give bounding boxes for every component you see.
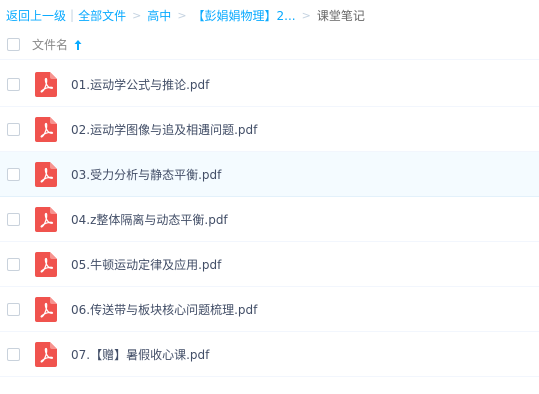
chevron-right-icon: > xyxy=(301,8,311,22)
chevron-right-icon: > xyxy=(132,8,142,22)
file-checkbox[interactable] xyxy=(7,258,20,271)
filename-column-header[interactable]: 文件名 xyxy=(32,36,83,53)
file-checkbox[interactable] xyxy=(7,78,20,91)
breadcrumb-current: 课堂笔记 xyxy=(316,8,365,23)
arrow-up-icon[interactable] xyxy=(73,39,83,51)
filename-column-label: 文件名 xyxy=(32,38,69,52)
chevron-right-icon: > xyxy=(177,8,187,22)
pdf-icon xyxy=(35,252,57,277)
select-all-checkbox[interactable] xyxy=(7,38,20,51)
pdf-icon xyxy=(35,342,57,367)
breadcrumb-all-files[interactable]: 全部文件 xyxy=(78,7,126,24)
file-row[interactable]: 01.运动学公式与推论.pdf xyxy=(0,62,539,107)
file-row[interactable]: 06.传送带与板块核心问题梳理.pdf xyxy=(0,287,539,332)
file-name-link[interactable]: 05.牛顿运动定律及应用.pdf xyxy=(71,256,221,273)
file-row[interactable]: 04.z整体隔离与动态平衡.pdf xyxy=(0,197,539,242)
file-row[interactable]: 03.受力分析与静态平衡.pdf xyxy=(0,152,539,197)
breadcrumb-level-1[interactable]: 高中 xyxy=(147,7,171,24)
pdf-icon xyxy=(35,207,57,232)
file-checkbox[interactable] xyxy=(7,213,20,226)
pdf-icon xyxy=(35,297,57,322)
breadcrumb-level-2[interactable]: 【彭娟娟物理】2... xyxy=(193,7,296,24)
pdf-icon xyxy=(35,162,57,187)
file-checkbox[interactable] xyxy=(7,123,20,136)
file-checkbox[interactable] xyxy=(7,168,20,181)
file-list-header: 文件名 xyxy=(0,30,539,60)
file-row[interactable]: 07.【赠】暑假收心课.pdf xyxy=(0,332,539,377)
file-name-link[interactable]: 06.传送带与板块核心问题梳理.pdf xyxy=(71,301,257,318)
file-checkbox[interactable] xyxy=(7,303,20,316)
file-checkbox[interactable] xyxy=(7,348,20,361)
file-row[interactable]: 02.运动学图像与追及相遇问题.pdf xyxy=(0,107,539,152)
pdf-icon xyxy=(35,117,57,142)
file-name-link[interactable]: 02.运动学图像与追及相遇问题.pdf xyxy=(71,121,257,138)
file-name-link[interactable]: 01.运动学公式与推论.pdf xyxy=(71,76,209,93)
file-row[interactable]: 05.牛顿运动定律及应用.pdf xyxy=(0,242,539,287)
back-link[interactable]: 返回上一级 xyxy=(6,7,66,24)
file-name-link[interactable]: 04.z整体隔离与动态平衡.pdf xyxy=(71,211,228,228)
file-list: 01.运动学公式与推论.pdf 02.运动学图像与追及相遇问题.pdf 03.受力分… xyxy=(0,62,539,377)
pdf-icon xyxy=(35,72,57,97)
breadcrumb-separator: | xyxy=(70,8,75,22)
breadcrumb: 返回上一级 | 全部文件 > 高中 > 【彭娟娟物理】2... > 课堂笔记 xyxy=(6,6,365,24)
file-name-link[interactable]: 07.【赠】暑假收心课.pdf xyxy=(71,346,209,363)
file-name-link[interactable]: 03.受力分析与静态平衡.pdf xyxy=(71,166,221,183)
